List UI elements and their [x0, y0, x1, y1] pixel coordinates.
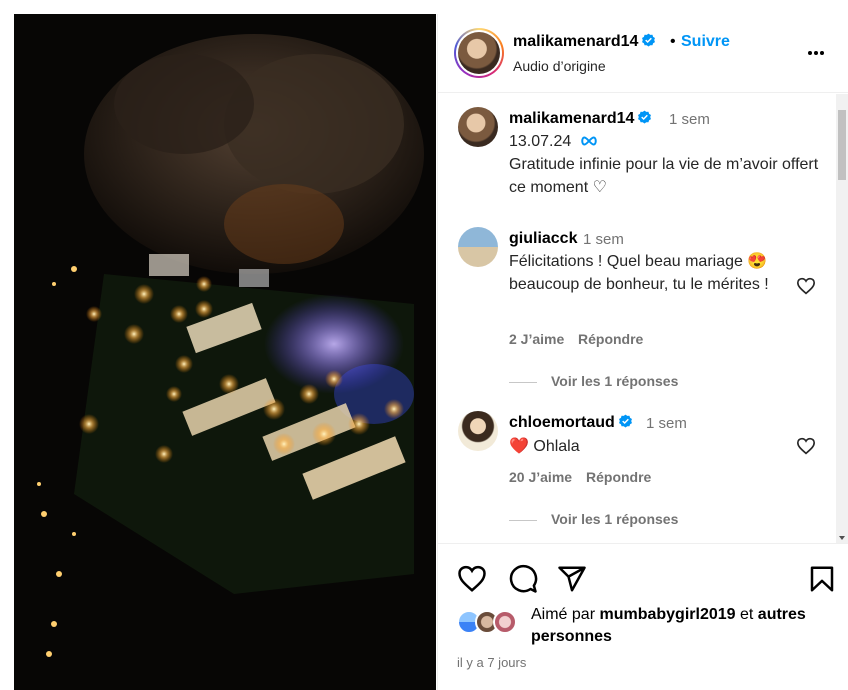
liked-and-label: et — [740, 606, 754, 623]
bookmark-icon[interactable] — [807, 564, 837, 594]
comment-like-heart-icon[interactable] — [796, 437, 816, 455]
likes-summary: Aimé par mumbabygirl2019 et autres perso… — [457, 604, 837, 648]
post-header: malikamenard14 • Suivre Audio d’origine — [438, 14, 848, 93]
comment-time[interactable]: 1 sem — [646, 415, 687, 432]
post-actions: Aimé par mumbabygirl2019 et autres perso… — [438, 543, 848, 690]
view-replies-button[interactable]: Voir les 1 réponses — [509, 373, 678, 389]
comment-time[interactable]: 1 sem — [583, 231, 624, 248]
more-icon[interactable] — [808, 42, 832, 62]
comment-avatar[interactable] — [458, 411, 498, 451]
separator-dot: • — [670, 33, 676, 50]
reply-button[interactable]: Répondre — [578, 331, 643, 347]
view-replies-button[interactable]: Voir les 1 réponses — [509, 511, 678, 527]
caption-time[interactable]: 1 sem — [669, 111, 710, 128]
audio-link[interactable]: Audio d’origine — [513, 58, 606, 74]
post-media[interactable] — [14, 14, 436, 690]
verified-icon — [638, 110, 652, 124]
caption-text: Gratitude infinie pour la vie de m’avoir… — [509, 156, 819, 196]
follow-button[interactable]: Suivre — [681, 33, 730, 51]
liker-avatars[interactable] — [457, 610, 523, 636]
comments-list[interactable]: malikamenard14 1 sem 13.07.24 Gratitude … — [438, 94, 848, 543]
wedding-aerial-image — [14, 14, 436, 690]
caption-date: 13.07.24 — [509, 130, 598, 153]
liker-username[interactable]: mumbabygirl2019 — [599, 606, 735, 623]
comment-like-heart-icon[interactable] — [796, 277, 816, 295]
comment-username[interactable]: chloemortaud — [509, 414, 633, 432]
caption-username[interactable]: malikamenard14 — [509, 110, 652, 128]
post-timestamp[interactable]: il y a 7 jours — [457, 655, 526, 670]
share-icon[interactable] — [557, 564, 587, 594]
author-avatar[interactable] — [454, 28, 504, 78]
comment-text: Félicitations ! Quel beau mariage 😍 beau… — [509, 253, 769, 293]
comment-text: ❤️ Ohlala — [509, 438, 580, 455]
caption-avatar[interactable] — [458, 107, 498, 147]
infinity-icon — [580, 136, 597, 146]
comments-scrollbar[interactable] — [836, 94, 848, 543]
comment-username[interactable]: giuliacck — [509, 230, 577, 248]
comment-like-count[interactable]: 2 J’aime — [509, 331, 564, 347]
verified-icon — [642, 33, 656, 47]
comment-avatar[interactable] — [458, 227, 498, 267]
heart-icon[interactable] — [457, 564, 487, 594]
comment-like-count[interactable]: 20 J’aime — [509, 469, 572, 485]
comment-icon[interactable] — [508, 564, 538, 594]
liked-by-label: Aimé par — [531, 606, 596, 623]
verified-icon — [618, 414, 632, 428]
author-username[interactable]: malikamenard14 — [513, 33, 656, 51]
post-panel: malikamenard14 • Suivre Audio d’origine … — [437, 14, 848, 690]
reply-button[interactable]: Répondre — [586, 469, 651, 485]
